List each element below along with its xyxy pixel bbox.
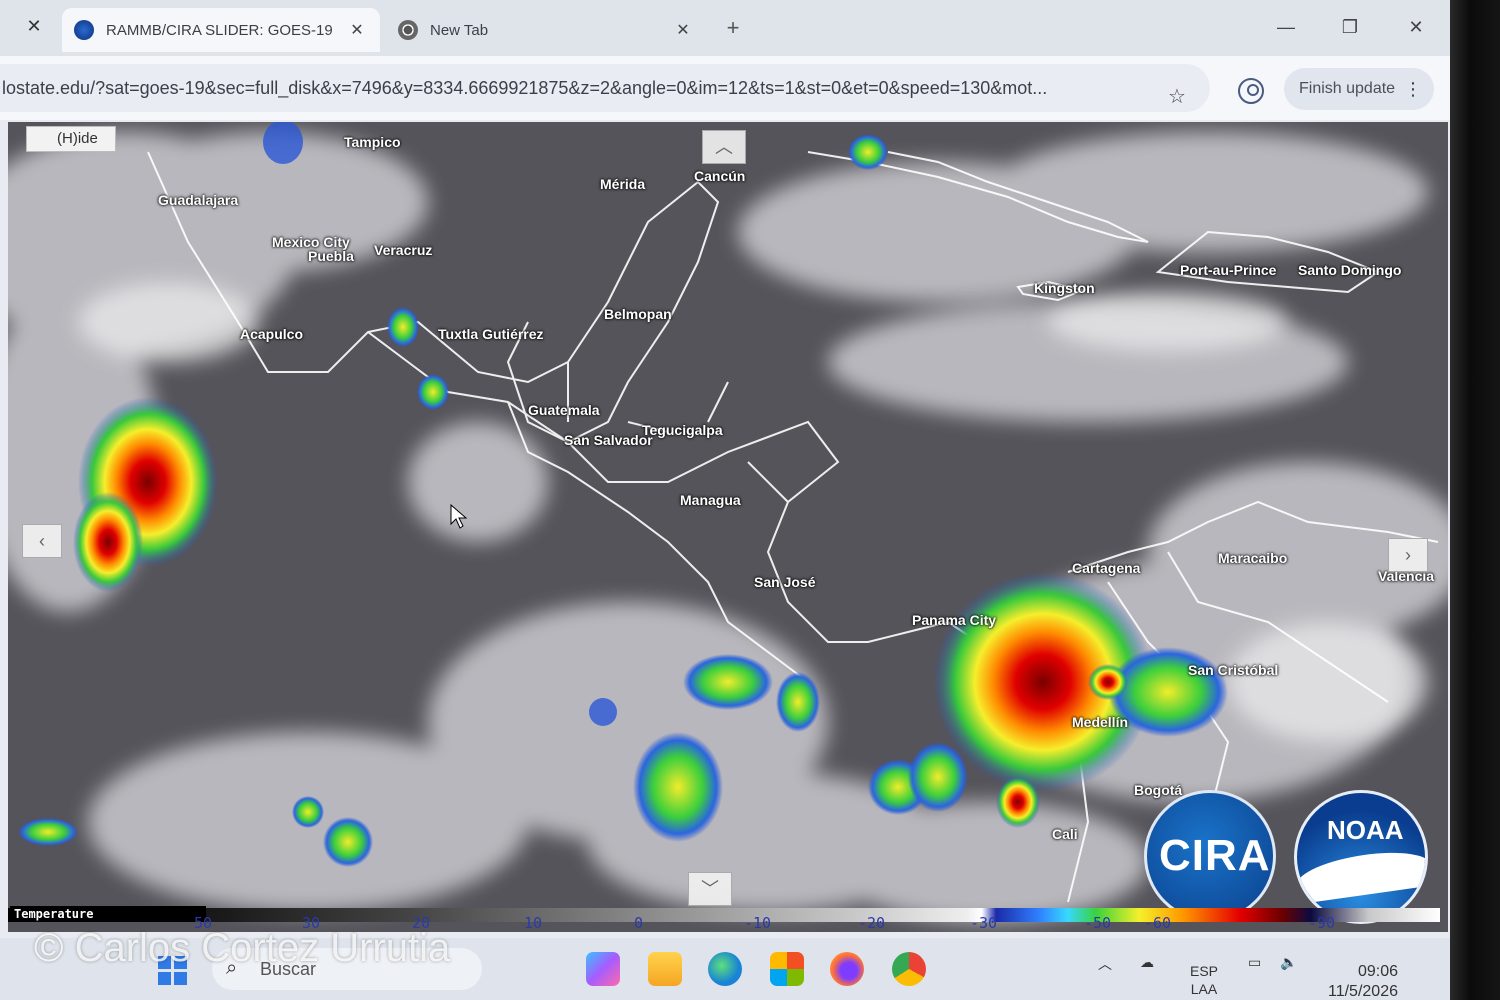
cira-logo: CIRA bbox=[1144, 790, 1276, 922]
finish-update-label: Finish update bbox=[1299, 80, 1396, 97]
chevron-right-icon[interactable]: › bbox=[1388, 538, 1428, 572]
profile-icon[interactable] bbox=[1238, 78, 1264, 104]
color-scale-bar bbox=[8, 908, 1440, 922]
city-label: Medellín bbox=[1072, 714, 1129, 730]
city-label: Maracaibo bbox=[1218, 550, 1288, 566]
tab-new-tab[interactable]: New Tab ✕ bbox=[386, 8, 706, 52]
browser-tab-strip: ✕ RAMMB/CIRA SLIDER: GOES-19 ✕ New Tab ✕… bbox=[0, 0, 1450, 56]
file-explorer-icon[interactable] bbox=[648, 952, 682, 986]
city-label: Puebla bbox=[308, 248, 354, 264]
scale-tick: -50 bbox=[1084, 914, 1112, 932]
photo-watermark: © Carlos Cortez Urrutia bbox=[34, 926, 451, 970]
keyboard-layout: LAA bbox=[1190, 981, 1218, 997]
close-icon[interactable]: ✕ bbox=[22, 14, 46, 38]
city-label: San Cristóbal bbox=[1188, 662, 1279, 678]
language-code: ESP bbox=[1190, 963, 1219, 979]
scale-tick: -90 bbox=[1308, 914, 1336, 932]
city-label: Kingston bbox=[1034, 280, 1095, 296]
browser-toolbar: lostate.edu/?sat=goes-19&sec=full_disk&x… bbox=[0, 56, 1450, 120]
city-label: Bogotá bbox=[1134, 782, 1183, 798]
city-label: Cancún bbox=[694, 168, 746, 184]
city-label: Mérida bbox=[600, 176, 646, 192]
edge-icon[interactable] bbox=[708, 952, 742, 986]
url-text[interactable]: lostate.edu/?sat=goes-19&sec=full_disk&x… bbox=[2, 78, 1152, 99]
address-bar[interactable]: lostate.edu/?sat=goes-19&sec=full_disk&x… bbox=[0, 64, 1210, 112]
star-icon[interactable]: ☆ bbox=[1168, 84, 1186, 109]
city-label: Cartagena bbox=[1072, 560, 1141, 576]
city-label: San Salvador bbox=[564, 432, 653, 448]
tab-title: RAMMB/CIRA SLIDER: GOES-19 bbox=[106, 21, 333, 39]
more-icon[interactable]: ⋮ bbox=[1404, 68, 1422, 110]
city-label: Belmopan bbox=[604, 306, 672, 322]
noaa-logo-text: NOAA bbox=[1327, 815, 1404, 845]
scale-tick: -10 bbox=[744, 914, 772, 932]
minimize-icon[interactable]: — bbox=[1266, 12, 1306, 42]
scale-title: Temperature bbox=[10, 906, 206, 922]
city-label: Acapulco bbox=[240, 326, 304, 342]
cira-logo-text: CIRA bbox=[1159, 831, 1271, 880]
system-clock[interactable]: 09:06 11/5/2026 bbox=[1328, 962, 1398, 1000]
city-label: San José bbox=[754, 574, 816, 590]
cloud-off-icon[interactable]: ☁ bbox=[1140, 954, 1154, 971]
volume-icon[interactable]: 🔈 bbox=[1280, 954, 1297, 971]
close-tab-icon[interactable]: ✕ bbox=[346, 20, 368, 40]
satellite-imagery-viewport[interactable]: Tampico Guadalajara Mexico City Puebla V… bbox=[8, 122, 1448, 932]
clock-time: 09:06 bbox=[1357, 963, 1398, 980]
noaa-bird-shape bbox=[1297, 845, 1425, 905]
plus-icon[interactable]: + bbox=[720, 16, 746, 42]
scale-tick: 10 bbox=[524, 914, 543, 932]
chrome-icon[interactable] bbox=[892, 952, 926, 986]
city-label: Tuxtla Gutiérrez bbox=[438, 326, 544, 342]
chevron-left-icon[interactable]: ‹ bbox=[22, 524, 62, 558]
chevron-up-icon[interactable]: ︿ bbox=[702, 130, 746, 164]
city-label: Cali bbox=[1052, 826, 1078, 842]
chrome-favicon-icon bbox=[398, 20, 418, 40]
input-language-indicator[interactable]: ESP LAA bbox=[1190, 962, 1218, 998]
chevron-down-icon[interactable]: ﹀ bbox=[688, 872, 732, 906]
mouse-pointer-icon bbox=[450, 504, 468, 529]
city-label: Tampico bbox=[344, 134, 401, 150]
monitor-screen: ✕ RAMMB/CIRA SLIDER: GOES-19 ✕ New Tab ✕… bbox=[0, 0, 1450, 1000]
tab-title: New Tab bbox=[430, 21, 489, 39]
city-label: Port-au-Prince bbox=[1180, 262, 1277, 278]
city-label: Guatemala bbox=[528, 402, 600, 418]
scale-tick: -30 bbox=[970, 914, 998, 932]
restore-icon[interactable]: ❐ bbox=[1330, 12, 1370, 42]
close-tab-icon[interactable]: ✕ bbox=[672, 20, 694, 40]
city-label: Veracruz bbox=[374, 242, 433, 258]
firefox-icon[interactable] bbox=[830, 952, 864, 986]
cira-favicon-icon bbox=[74, 20, 94, 40]
monitor-bezel bbox=[1450, 0, 1500, 1000]
city-label: Managua bbox=[680, 492, 741, 508]
copilot-icon[interactable] bbox=[586, 952, 620, 986]
city-label: Santo Domingo bbox=[1298, 262, 1402, 278]
noaa-logo: NOAA bbox=[1294, 790, 1428, 924]
scale-tick: -20 bbox=[858, 914, 886, 932]
city-label: Tegucigalpa bbox=[642, 422, 723, 438]
finish-update-button[interactable]: Finish update ⋮ bbox=[1284, 68, 1434, 110]
city-label: Panama City bbox=[912, 612, 997, 628]
scale-tick: -60 bbox=[1144, 914, 1172, 932]
city-label: Guadalajara bbox=[158, 192, 239, 208]
chevron-up-icon[interactable]: ︿ bbox=[1098, 954, 1112, 974]
network-icon[interactable]: ▭ bbox=[1248, 954, 1261, 971]
hide-button[interactable]: (H)ide bbox=[26, 126, 116, 152]
tab-rammb-slider[interactable]: RAMMB/CIRA SLIDER: GOES-19 ✕ bbox=[62, 8, 380, 52]
close-window-icon[interactable]: ✕ bbox=[1396, 12, 1436, 42]
scale-tick: 0 bbox=[634, 914, 644, 932]
clock-date: 11/5/2026 bbox=[1328, 983, 1398, 1000]
microsoft-store-icon[interactable] bbox=[770, 952, 804, 986]
